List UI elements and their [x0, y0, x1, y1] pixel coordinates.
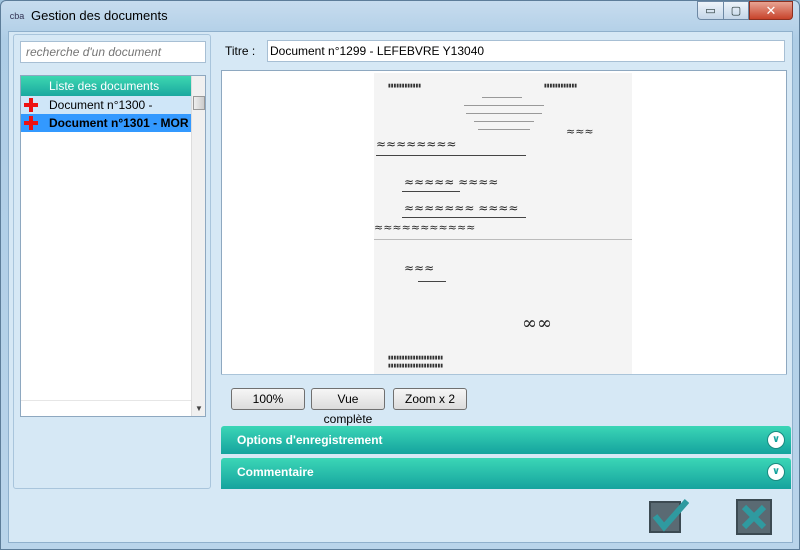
list-item-label: Document n°1300 - [49, 98, 153, 112]
minimize-button[interactable]: ▭ [697, 1, 723, 20]
document-search-input[interactable] [20, 41, 206, 63]
red-cross-icon [24, 116, 38, 130]
app-icon: cba [9, 11, 25, 21]
document-viewer[interactable]: ▮▮▮▮▮▮▮▮▮▮▮▮ ▮▮▮▮▮▮▮▮▮▮▮▮ ≈≈≈ ≈≈≈≈≈≈≈≈ ≈… [221, 70, 787, 422]
zoom-x2-button[interactable]: Zoom x 2 [393, 388, 467, 410]
section-label: Commentaire [237, 465, 314, 479]
scrollbar-thumb[interactable] [193, 96, 205, 110]
scanned-prescription-image: ▮▮▮▮▮▮▮▮▮▮▮▮ ▮▮▮▮▮▮▮▮▮▮▮▮ ≈≈≈ ≈≈≈≈≈≈≈≈ ≈… [374, 73, 632, 409]
red-cross-icon [24, 98, 38, 112]
title-bar[interactable]: cba Gestion des documents ▭ ▢ ✕ [1, 1, 799, 31]
validate-button[interactable] [649, 499, 690, 535]
section-commentaire[interactable]: Commentaire ∨ [221, 458, 791, 489]
list-divider [21, 400, 191, 401]
close-button[interactable]: ✕ [749, 1, 793, 20]
right-panel: Titre : Document n°1299 - LEFEBVRE Y1304… [217, 34, 791, 489]
title-label: Titre : [225, 44, 256, 58]
scroll-down-icon[interactable]: ▼ [192, 402, 205, 416]
app-window: cba Gestion des documents ▭ ▢ ✕ Liste de… [0, 0, 800, 550]
zoom-100-button[interactable]: 100% [231, 388, 305, 410]
close-x-icon [741, 504, 767, 530]
chevron-double-down-icon[interactable]: ∨ [767, 431, 785, 449]
checkmark-icon [649, 499, 690, 533]
viewer-toolbar: 100% Vue complète Zoom x 2 [221, 374, 787, 426]
list-item-label: Document n°1301 - MOR [49, 116, 189, 130]
window-title: Gestion des documents [31, 8, 168, 23]
section-options-enregistrement[interactable]: Options d'enregistrement ∨ [221, 426, 791, 454]
left-panel: Liste des documents Document n°1300 - Do… [13, 34, 211, 489]
chevron-double-down-icon[interactable]: ∨ [767, 463, 785, 481]
client-area: Liste des documents Document n°1300 - Do… [8, 31, 793, 543]
list-item[interactable]: Document n°1300 - [21, 96, 191, 114]
section-label: Options d'enregistrement [237, 433, 383, 447]
list-scrollbar[interactable]: ▼ [191, 76, 205, 416]
cancel-button[interactable] [736, 499, 772, 535]
document-list: Liste des documents Document n°1300 - Do… [20, 75, 206, 417]
maximize-button[interactable]: ▢ [723, 1, 749, 20]
title-field[interactable]: Document n°1299 - LEFEBVRE Y13040 [267, 40, 785, 62]
full-view-button[interactable]: Vue complète [311, 388, 385, 426]
list-item[interactable]: Document n°1301 - MOR [21, 114, 191, 132]
list-header: Liste des documents [21, 76, 191, 96]
